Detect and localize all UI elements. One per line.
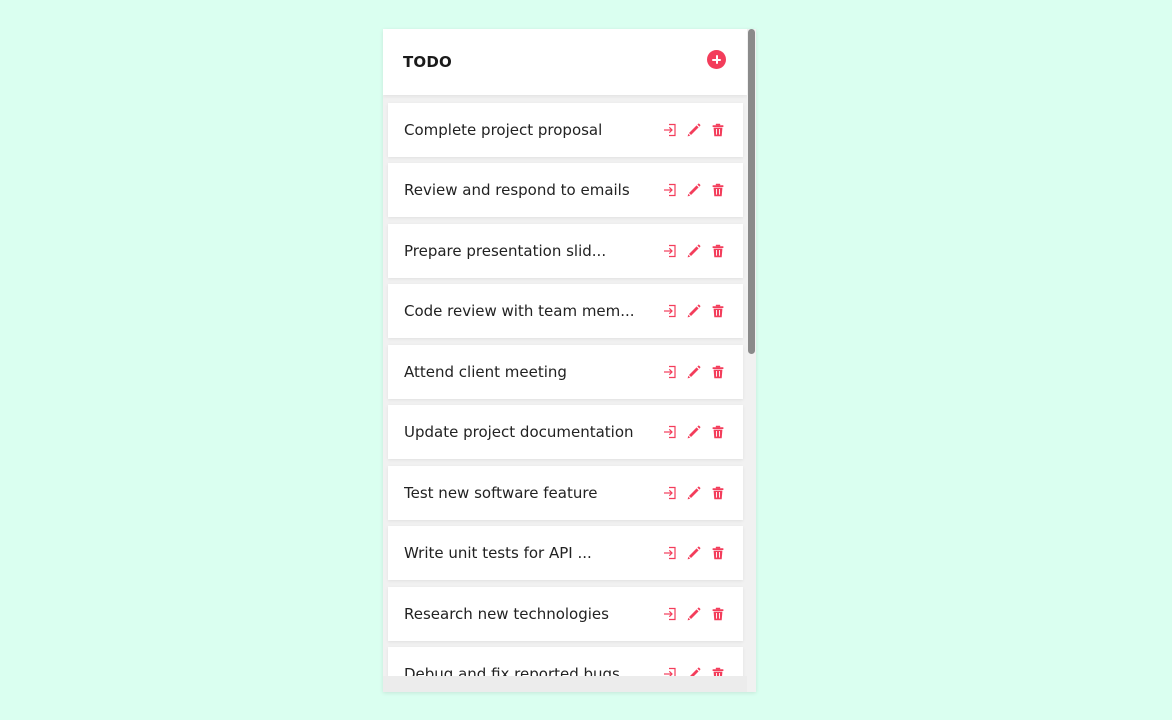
pencil-icon[interactable] [687,667,701,676]
trash-icon[interactable] [711,304,725,318]
enter-icon[interactable] [663,183,677,197]
item-label: Update project documentation [404,423,634,441]
item-label: Test new software feature [404,484,598,502]
enter-icon[interactable] [663,123,677,137]
page-title: TODO [403,53,452,71]
trash-icon[interactable] [711,123,725,137]
trash-icon[interactable] [711,425,725,439]
pencil-icon[interactable] [687,244,701,258]
list-item: Complete project proposal [388,103,743,157]
vertical-scrollbar[interactable] [747,29,756,692]
pencil-icon[interactable] [687,546,701,560]
trash-icon[interactable] [711,667,725,676]
trash-icon[interactable] [711,244,725,258]
item-label: Prepare presentation slid... [404,242,607,260]
enter-icon[interactable] [663,244,677,258]
horizontal-scrollbar[interactable] [383,676,756,692]
trash-icon[interactable] [711,183,725,197]
list-item: Attend client meeting [388,345,743,399]
todo-panel: TODO Complete project proposal Review an… [383,29,756,692]
todo-list[interactable]: Complete project proposal Review and res… [383,95,747,676]
pencil-icon[interactable] [687,183,701,197]
pencil-icon[interactable] [687,607,701,621]
enter-icon[interactable] [663,486,677,500]
enter-icon[interactable] [663,365,677,379]
trash-icon[interactable] [711,546,725,560]
list-item: Update project documentation [388,405,743,459]
item-label: Write unit tests for API ... [404,544,592,562]
enter-icon[interactable] [663,425,677,439]
pencil-icon[interactable] [687,304,701,318]
enter-icon[interactable] [663,607,677,621]
pencil-icon[interactable] [687,123,701,137]
pencil-icon[interactable] [687,425,701,439]
list-item: Review and respond to emails [388,163,743,217]
list-item: Debug and fix reported bugs [388,647,743,676]
list-item: Research new technologies [388,587,743,641]
enter-icon[interactable] [663,667,677,676]
list-item: Write unit tests for API ... [388,526,743,580]
trash-icon[interactable] [711,486,725,500]
pencil-icon[interactable] [687,486,701,500]
item-label: Code review with team mem... [404,302,635,320]
item-label: Research new technologies [404,605,609,623]
list-item: Code review with team mem... [388,284,743,338]
trash-icon[interactable] [711,365,725,379]
pencil-icon[interactable] [687,365,701,379]
list-item: Prepare presentation slid... [388,224,743,278]
scrollbar-thumb[interactable] [748,29,755,354]
item-label: Attend client meeting [404,363,567,381]
list-item: Test new software feature [388,466,743,520]
add-todo-button[interactable] [707,50,726,69]
enter-icon[interactable] [663,304,677,318]
item-label: Complete project proposal [404,121,603,139]
todo-header: TODO [383,29,747,95]
item-label: Debug and fix reported bugs [404,665,620,676]
item-label: Review and respond to emails [404,181,630,199]
enter-icon[interactable] [663,546,677,560]
trash-icon[interactable] [711,607,725,621]
